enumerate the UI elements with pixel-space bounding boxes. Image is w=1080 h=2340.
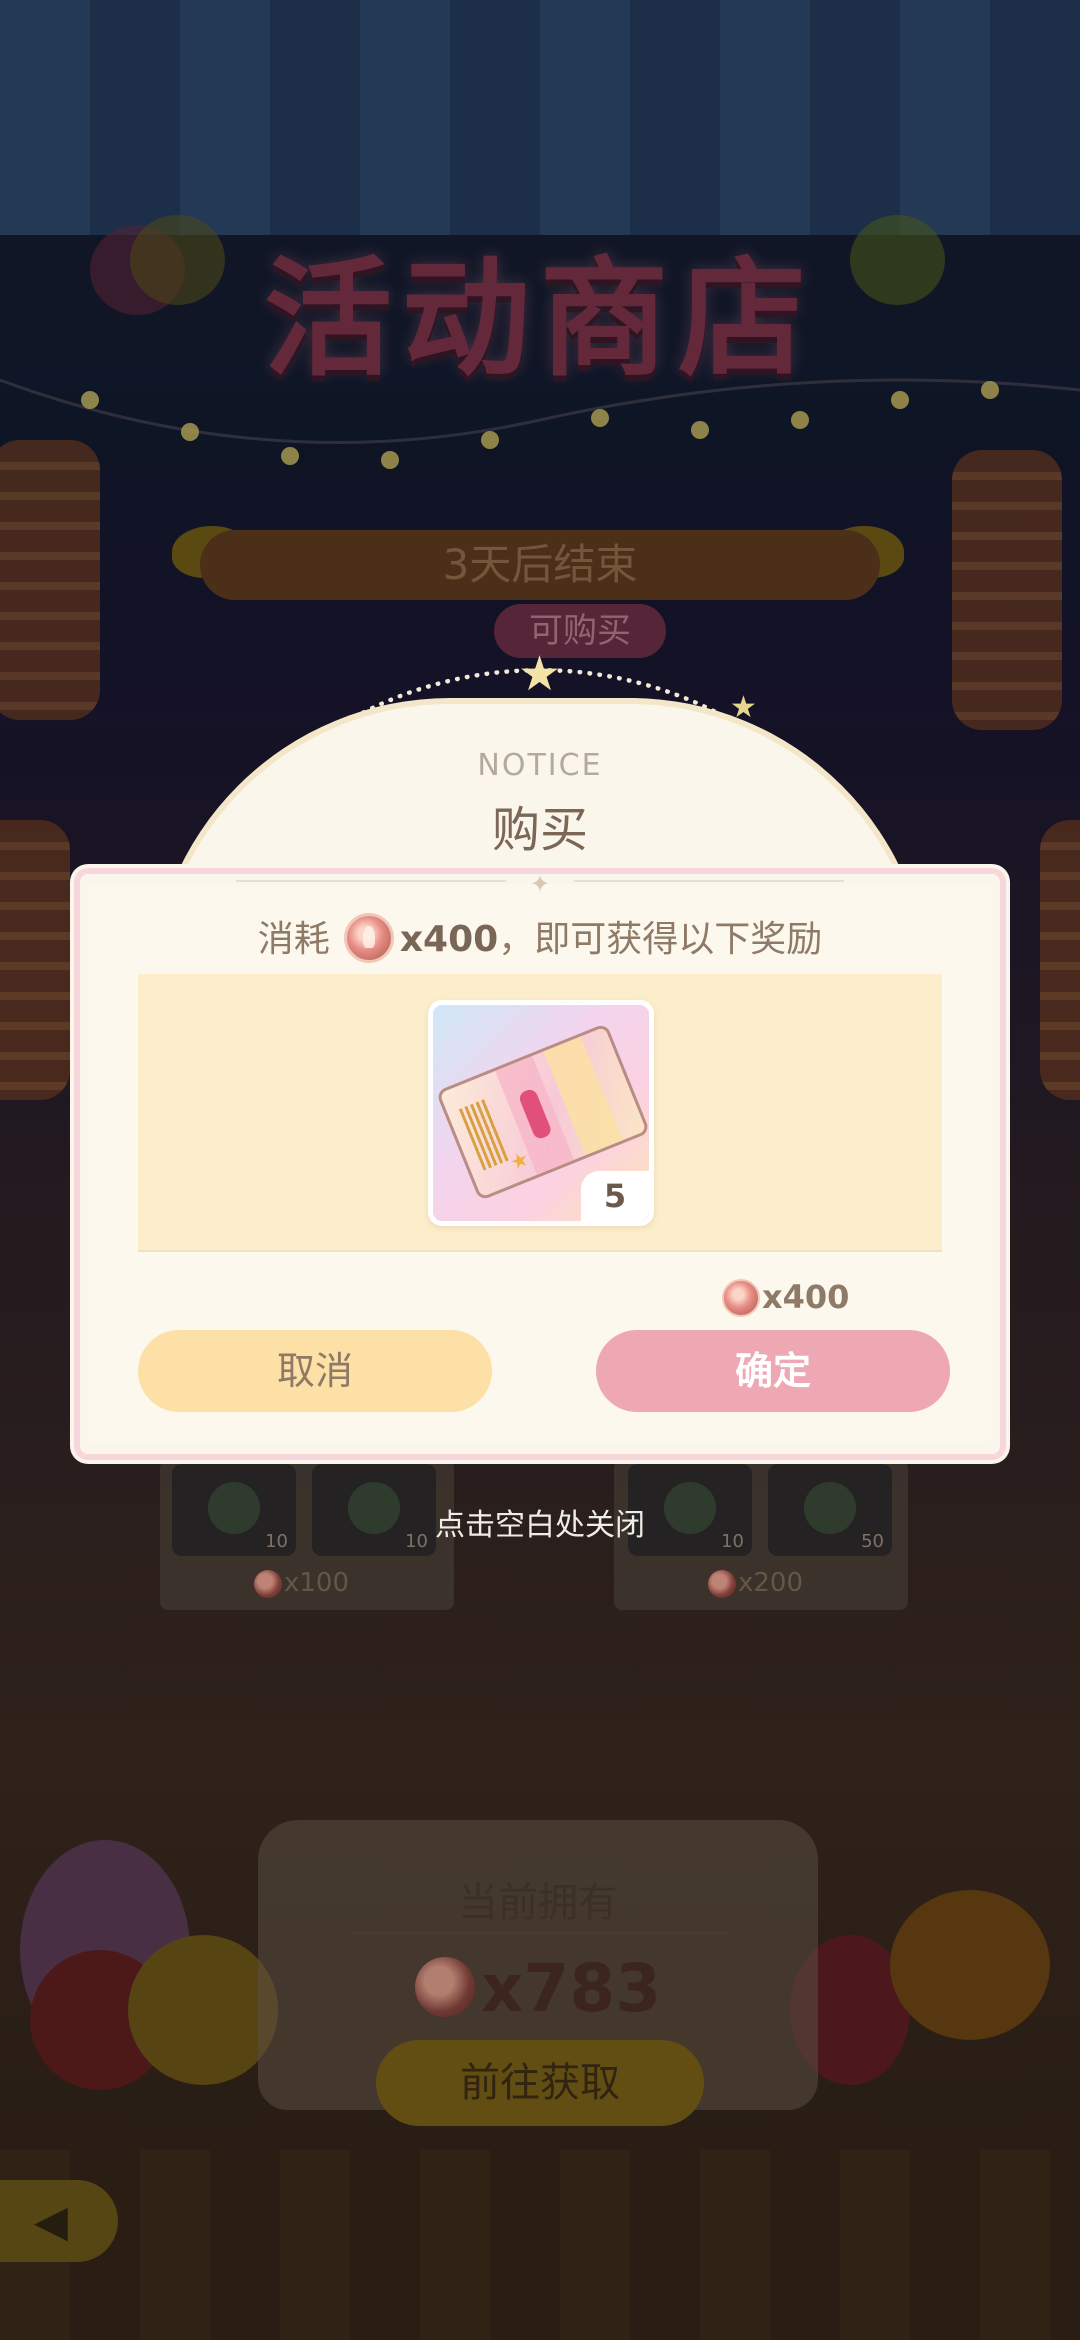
cancel-button[interactable]: 取消 <box>138 1330 492 1412</box>
close-hint: 点击空白处关闭 <box>435 1508 645 1543</box>
barcode-decoration <box>458 1098 512 1171</box>
divider <box>236 880 506 882</box>
confirm-button[interactable]: 确定 <box>596 1330 950 1412</box>
divider <box>574 880 844 882</box>
dialog-notice-label: NOTICE <box>477 748 603 783</box>
coin-icon <box>722 1279 760 1317</box>
reward-quantity: 5 <box>581 1171 649 1221</box>
total-cost: x400 <box>722 1278 849 1317</box>
cost-prefix: 消耗 <box>257 919 330 960</box>
star-icon: ★ <box>518 646 562 702</box>
cost-amount: x400 <box>399 919 499 960</box>
sparkle-icon: ✦ <box>530 870 551 898</box>
reward-item[interactable]: ★ 5 <box>428 1000 654 1226</box>
coin-icon <box>343 913 394 963</box>
cost-suffix: ，即可获得以下奖励 <box>498 919 823 960</box>
dialog-title: 购买 <box>491 802 588 858</box>
cost-description: 消耗 x400，即可获得以下奖励 <box>0 910 1080 963</box>
